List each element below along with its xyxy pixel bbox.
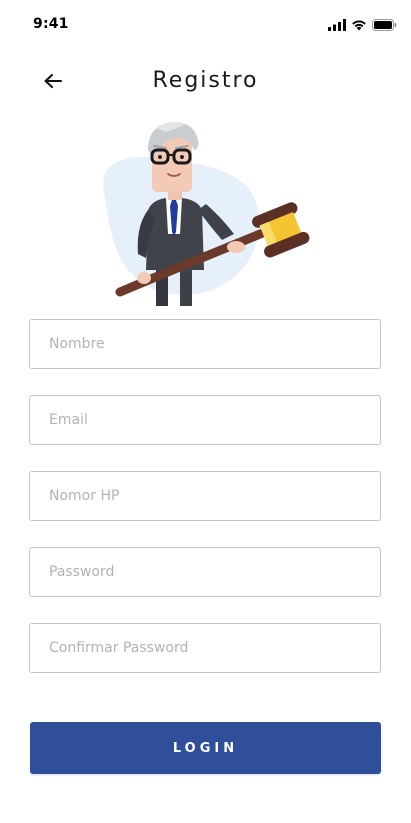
password-input[interactable]: [30, 548, 380, 596]
login-button[interactable]: LOGIN: [30, 722, 381, 774]
nombre-field[interactable]: [29, 319, 381, 369]
status-bar: 9:41: [0, 0, 411, 48]
judge-with-gavel-illustration: [103, 121, 310, 306]
battery-icon: [372, 19, 397, 31]
nombre-input[interactable]: [30, 320, 380, 368]
email-input[interactable]: [30, 396, 380, 444]
page-title: Registro: [152, 68, 259, 93]
status-icons: [328, 18, 397, 32]
phone-field[interactable]: [29, 471, 381, 521]
signal-icon: [328, 19, 346, 31]
password-field[interactable]: [29, 547, 381, 597]
status-time: 9:41: [33, 16, 69, 32]
email-field[interactable]: [29, 395, 381, 445]
wifi-icon: [352, 20, 366, 31]
confirm-password-input[interactable]: [30, 624, 380, 672]
phone-input[interactable]: [30, 472, 380, 520]
header: Registro: [0, 56, 411, 104]
confirm-password-field[interactable]: [29, 623, 381, 673]
